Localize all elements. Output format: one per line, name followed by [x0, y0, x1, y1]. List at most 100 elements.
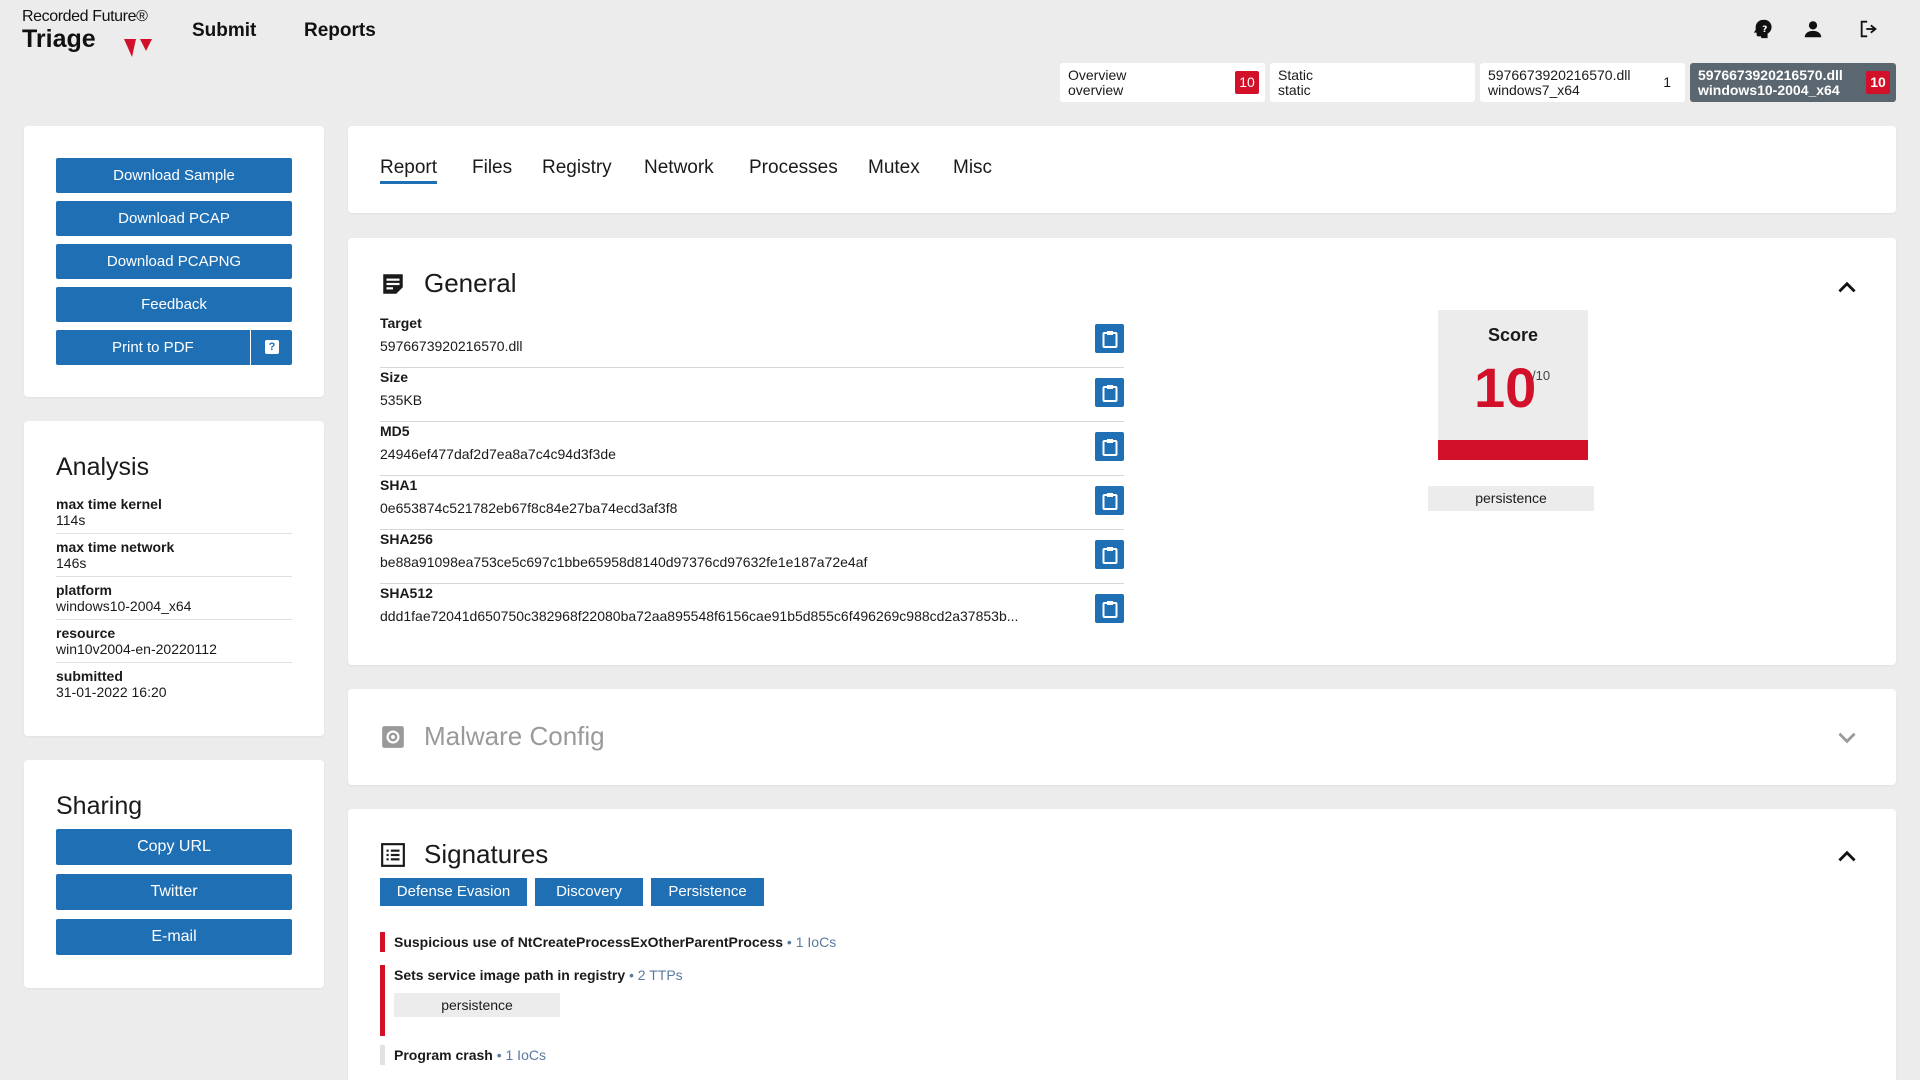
signature-tag: persistence	[394, 993, 560, 1017]
twitter-button[interactable]: Twitter	[56, 874, 292, 910]
general-header: General	[380, 268, 517, 299]
download-pcapng-button[interactable]: Download PCAPNG	[56, 244, 292, 279]
score-value: 10	[1474, 356, 1537, 419]
field-key: SHA1	[380, 477, 418, 493]
email-button[interactable]: E-mail	[56, 919, 292, 955]
note-icon	[383, 273, 403, 294]
analysis-value: 114s	[56, 512, 86, 528]
malware-config-title: Malware Config	[424, 721, 605, 751]
copy-button[interactable]	[1095, 486, 1124, 515]
report-tab-title: 5976673920216570.dll	[1698, 67, 1843, 83]
sha512-field: SHA512 ddd1fae72041d650750c382968f22080b…	[380, 584, 1124, 638]
tab-report[interactable]: Report	[380, 157, 438, 184]
field-value[interactable]: ddd1fae72041d650750c382968f22080ba72aa89…	[380, 606, 1090, 626]
report-tab-windows7[interactable]: 5976673920216570.dll windows7_x64 1	[1480, 63, 1685, 102]
download-pcap-button[interactable]: Download PCAP	[56, 201, 292, 236]
field-value[interactable]: 535KB	[380, 390, 1090, 410]
report-tab-title: 5976673920216570.dll	[1488, 67, 1631, 83]
sha1-field: SHA1 0e653874c521782eb67f8c84e27ba74ecd3…	[380, 476, 1124, 530]
copy-button[interactable]	[1095, 594, 1124, 623]
clipboard-icon	[1102, 492, 1117, 510]
report-tabs-card: Report Files Registry Network Processes …	[348, 126, 1896, 213]
top-bar: Recorded Future® Triage Submit Reports ?	[0, 0, 1920, 62]
tag-persistence[interactable]: Persistence	[651, 878, 764, 906]
chevron-down-icon[interactable]	[1834, 724, 1860, 750]
copy-url-button[interactable]: Copy URL	[56, 829, 292, 865]
sharing-card: Sharing Copy URL Twitter E-mail	[24, 760, 324, 988]
copy-button[interactable]	[1095, 324, 1124, 353]
analysis-row: submitted 31-01-2022 16:20	[56, 668, 292, 705]
copy-button[interactable]	[1095, 378, 1124, 407]
score-label: Score	[1487, 325, 1539, 345]
analysis-row: max time kernel 114s	[56, 496, 292, 534]
chevron-up-icon[interactable]	[1834, 843, 1860, 869]
size-field: Size 535KB	[380, 368, 1124, 422]
analysis-row: platform windows10-2004_x64	[56, 582, 292, 620]
signature-item[interactable]: Suspicious use of NtCreateProcessExOther…	[380, 932, 836, 952]
analysis-key: max time kernel	[56, 496, 162, 512]
analysis-value: windows10-2004_x64	[56, 598, 192, 614]
signatures-section: Signatures Defense Evasion Discovery Per…	[348, 809, 1896, 1080]
score-count: 1	[1663, 74, 1671, 90]
clipboard-icon	[1102, 600, 1117, 618]
signature-text: Sets service image path in registry • 2 …	[394, 965, 683, 985]
tab-registry[interactable]: Registry	[542, 157, 612, 179]
report-tab-subtitle: windows10-2004_x64	[1698, 82, 1840, 98]
analysis-key: max time network	[56, 539, 175, 555]
score-bar	[1438, 440, 1588, 460]
report-tab-static[interactable]: Static static	[1270, 63, 1475, 102]
print-pdf-label: Print to PDF	[112, 339, 194, 356]
tab-processes[interactable]: Processes	[749, 157, 838, 179]
analysis-value: 146s	[56, 555, 87, 571]
clipboard-icon	[1102, 438, 1117, 456]
user-icon[interactable]	[1800, 16, 1826, 42]
download-sample-button[interactable]: Download Sample	[56, 158, 292, 193]
report-tab-overview[interactable]: Overview overview 10	[1060, 63, 1265, 102]
signature-item[interactable]: Program crash • 1 IoCs	[380, 1045, 546, 1065]
sha256-field: SHA256 be88a91098ea753ce5c697c1bbe65958d…	[380, 530, 1124, 584]
tab-mutex[interactable]: Mutex	[868, 157, 920, 179]
tab-files[interactable]: Files	[472, 157, 512, 179]
signature-meta: • 1 IoCs	[492, 1047, 546, 1063]
analysis-card: Analysis max time kernel 114s max time n…	[24, 421, 324, 736]
tag-discovery[interactable]: Discovery	[535, 878, 643, 906]
print-pdf-button[interactable]: Print to PDF ?	[56, 330, 292, 365]
print-pdf-help-button[interactable]: ?	[250, 330, 292, 365]
nav-reports[interactable]: Reports	[304, 20, 376, 42]
malware-config-section[interactable]: Malware Config	[348, 689, 1896, 785]
logout-icon[interactable]	[1856, 16, 1882, 42]
score-max: /10	[1532, 368, 1551, 383]
nav-submit[interactable]: Submit	[192, 20, 256, 42]
field-key: MD5	[380, 423, 410, 439]
analysis-key: resource	[56, 625, 116, 641]
score-box: Score 10 /10	[1438, 310, 1588, 460]
field-value[interactable]: 5976673920216570.dll	[380, 336, 1090, 356]
tab-network[interactable]: Network	[644, 157, 714, 179]
tab-misc[interactable]: Misc	[953, 157, 992, 179]
signature-item[interactable]: Sets service image path in registry • 2 …	[380, 965, 683, 1036]
report-tab-title: Static	[1278, 67, 1314, 83]
analysis-row: max time network 146s	[56, 539, 292, 577]
signature-title: Suspicious use of NtCreateProcessExOther…	[394, 934, 784, 950]
logo[interactable]: Recorded Future® Triage	[22, 8, 157, 58]
tag-defense-evasion[interactable]: Defense Evasion	[380, 878, 527, 906]
field-value[interactable]: 0e653874c521782eb67f8c84e27ba74ecd3af3f8	[380, 498, 1090, 518]
analysis-title: Analysis	[56, 453, 150, 481]
signatures-header: Signatures	[380, 839, 548, 870]
feedback-button[interactable]: Feedback	[56, 287, 292, 322]
general-section: General Target 5976673920216570.dll Size…	[348, 238, 1896, 665]
clipboard-icon	[1102, 330, 1117, 348]
help-icon[interactable]: ?	[1750, 16, 1776, 42]
chevron-up-icon[interactable]	[1834, 274, 1860, 300]
clipboard-icon	[1102, 546, 1117, 564]
report-tab-windows10[interactable]: 5976673920216570.dll windows10-2004_x64 …	[1690, 63, 1896, 102]
copy-button[interactable]	[1095, 432, 1124, 461]
field-key: SHA256	[380, 531, 433, 547]
analysis-key: platform	[56, 582, 112, 598]
analysis-value: win10v2004-en-20220112	[56, 641, 217, 657]
field-value[interactable]: 24946ef477daf2d7ea8a7c4c94d3f3de	[380, 444, 1090, 464]
field-value[interactable]: be88a91098ea753ce5c697c1bbe65958d8140d97…	[380, 552, 1090, 572]
score-badge: 10	[1235, 71, 1259, 94]
help-icon: ?	[265, 340, 279, 354]
copy-button[interactable]	[1095, 540, 1124, 569]
